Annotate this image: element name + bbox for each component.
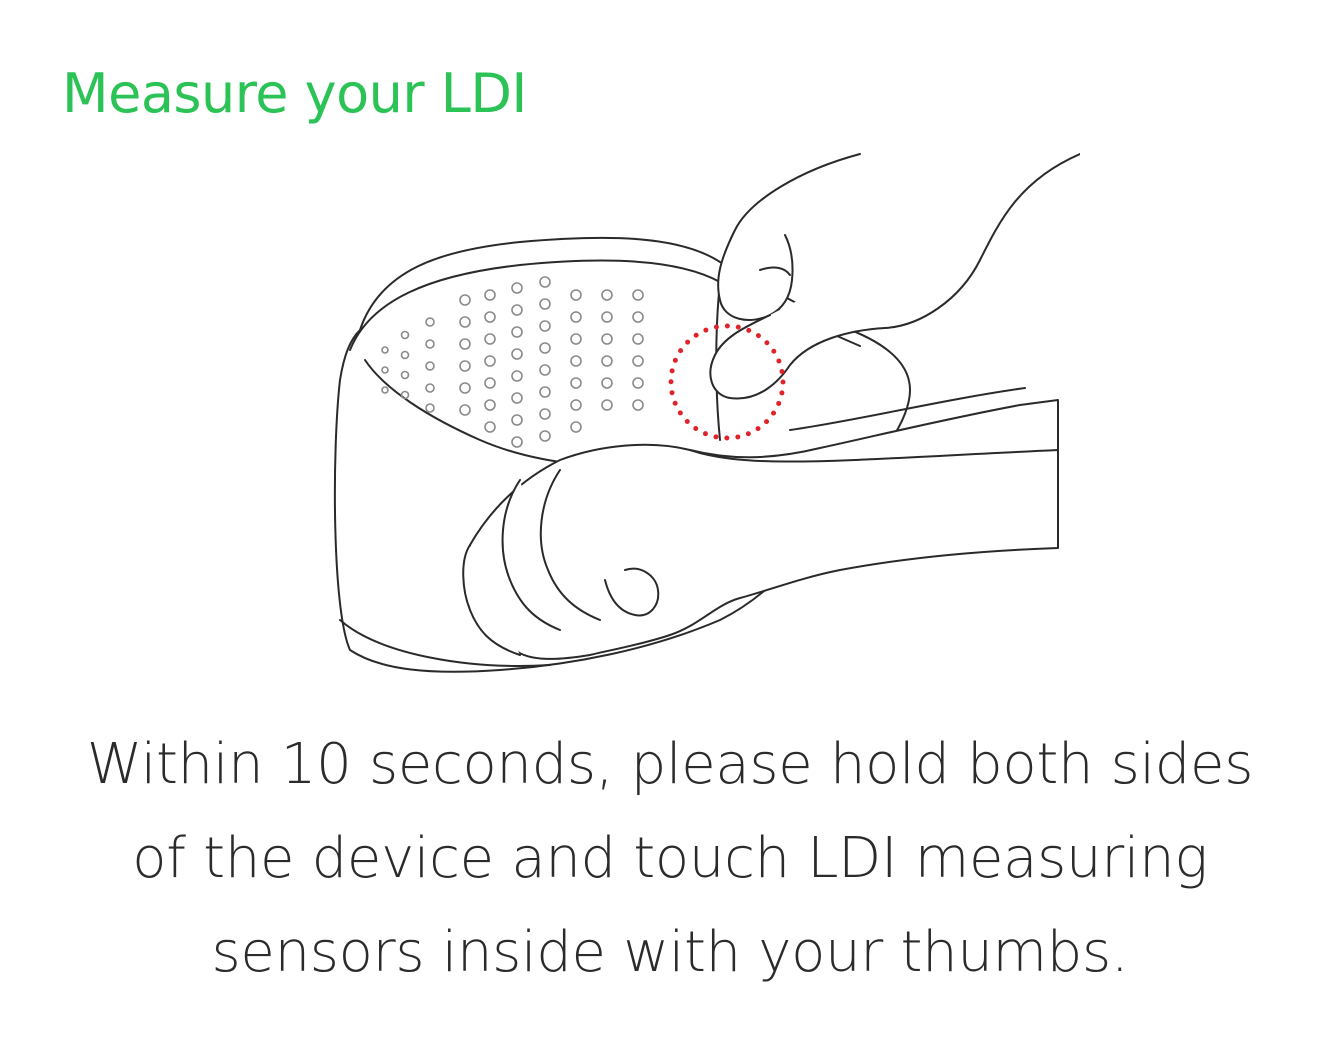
device-hands-illustration	[333, 153, 1080, 673]
instruction-line-3: sensors inside with your thumbs.	[211, 920, 1129, 985]
ldi-measure-screen: Measure your LDI Within 10 seconds, plea…	[0, 0, 1340, 1055]
instruction-text: Within 10 seconds, please hold both side…	[40, 718, 1300, 1000]
page-title: Measure your LDI	[62, 62, 527, 125]
instruction-line-2: of the device and touch LDI measuring	[132, 826, 1208, 891]
instruction-line-1: Within 10 seconds, please hold both side…	[86, 732, 1254, 797]
sensor-dots	[381, 276, 644, 448]
